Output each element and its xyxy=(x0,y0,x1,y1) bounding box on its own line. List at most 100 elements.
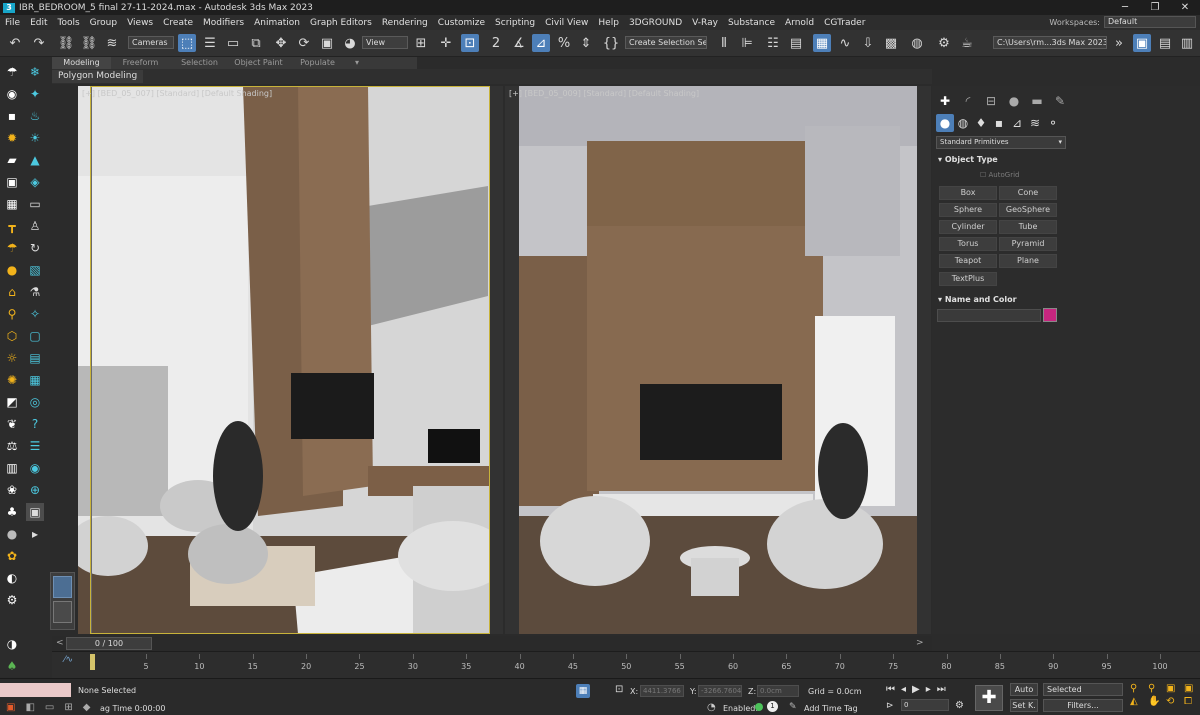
next-frame-icon[interactable]: ▸ xyxy=(926,684,931,695)
tab-object-paint[interactable]: Object Paint xyxy=(229,57,288,69)
frame-display[interactable]: 0 / 100 xyxy=(66,637,152,650)
slider-left-arrow-icon[interactable]: < xyxy=(56,638,64,648)
menu-tools[interactable]: Tools xyxy=(53,18,85,28)
project-path-dropdown[interactable]: C:\Users\rm...3ds Max 2023 xyxy=(993,36,1107,49)
tube-button[interactable]: Tube xyxy=(999,220,1057,234)
menu-views[interactable]: Views xyxy=(122,18,158,28)
taskbar-icon-5[interactable]: ◆ xyxy=(83,702,91,713)
fov-icon[interactable]: ◭ xyxy=(1130,696,1146,707)
freeze-icon[interactable]: ❄ xyxy=(26,63,44,81)
menu-edit[interactable]: Edit xyxy=(25,18,52,28)
y-coordinate-field[interactable]: -3266.7604 xyxy=(698,685,742,697)
polygon-modeling-panel[interactable]: Polygon Modeling xyxy=(52,70,144,83)
tab-populate[interactable]: Populate xyxy=(288,57,347,69)
set-key-button[interactable]: Set K. xyxy=(1010,699,1038,712)
panel-tool-icon[interactable]: ▭ xyxy=(26,195,44,213)
daylight-tool-icon[interactable]: ☼ xyxy=(3,349,21,367)
tab-selection[interactable]: Selection xyxy=(170,57,229,69)
percent-snap-icon[interactable]: % xyxy=(555,34,573,52)
maxscript-listener-field[interactable] xyxy=(0,683,71,697)
textplus-button[interactable]: TextPlus xyxy=(939,272,997,286)
time-tag-icon[interactable]: ◔ xyxy=(707,702,716,713)
link-icon[interactable]: ⛓ xyxy=(57,34,75,52)
target-tool-icon[interactable]: ◉ xyxy=(26,459,44,477)
goto-start-icon[interactable]: ⏮ xyxy=(886,684,895,695)
zoom-extents-icon[interactable]: ▣ xyxy=(1166,683,1182,694)
taskbar-icon-2[interactable]: ◧ xyxy=(25,702,34,713)
menu-rendering[interactable]: Rendering xyxy=(377,18,433,28)
burst-tool-icon[interactable]: ✺ xyxy=(3,371,21,389)
geosphere-button[interactable]: GeoSphere xyxy=(999,203,1057,217)
display-tab-icon[interactable]: ▬ xyxy=(1028,92,1046,110)
menu-customize[interactable]: Customize xyxy=(433,18,490,28)
menu-help[interactable]: Help xyxy=(593,18,624,28)
placement-icon[interactable]: ◕ xyxy=(341,34,359,52)
tool-lamp2-icon[interactable]: ⚙ xyxy=(3,591,21,609)
texture-tool-icon[interactable]: ▧ xyxy=(26,261,44,279)
box-button[interactable]: Box xyxy=(939,186,997,200)
rect-selection-icon[interactable]: ▭ xyxy=(224,34,242,52)
angle-snap-toggle-icon[interactable]: ⊿ xyxy=(532,34,550,52)
frame-tool-icon[interactable]: ▢ xyxy=(26,327,44,345)
menu-substance[interactable]: Substance xyxy=(723,18,780,28)
mirror-icon[interactable]: ⫴ xyxy=(715,34,733,52)
zoom-all-icon[interactable]: ⚲ xyxy=(1148,683,1164,694)
time-cursor[interactable] xyxy=(90,654,95,670)
chart-tool-icon[interactable]: ▥ xyxy=(3,459,21,477)
vray-logo-icon[interactable]: ◑ xyxy=(3,635,21,653)
ribbon-options-icon[interactable]: ▾ xyxy=(347,57,367,69)
object-name-field[interactable] xyxy=(937,309,1041,322)
camera-tool-icon[interactable]: ▪ xyxy=(3,107,21,125)
slider-right-arrow-icon[interactable]: > xyxy=(916,638,924,648)
tool-sphere2-icon[interactable]: ◐ xyxy=(3,569,21,587)
film-tool-icon[interactable]: ▣ xyxy=(3,173,21,191)
render-production-icon[interactable]: ☕ xyxy=(958,34,976,52)
eye-tool-icon[interactable]: ◎ xyxy=(26,393,44,411)
menu-file[interactable]: File xyxy=(0,18,25,28)
layer-explorer-icon[interactable]: ▤ xyxy=(787,34,805,52)
x-coordinate-field[interactable]: 4411.3766 xyxy=(640,685,684,697)
lamp-tool-icon[interactable]: ⚲ xyxy=(3,305,21,323)
cameras-icon[interactable]: ▪ xyxy=(990,114,1008,132)
minimize-button[interactable]: ─ xyxy=(1110,0,1140,15)
lights-icon[interactable]: ♦ xyxy=(972,114,990,132)
mushroom-tool-icon[interactable]: ⌂ xyxy=(3,283,21,301)
helpers-icon[interactable]: ⊿ xyxy=(1008,114,1026,132)
rotate-icon[interactable]: ⟳ xyxy=(295,34,313,52)
zoom-icon[interactable]: ⚲ xyxy=(1130,683,1146,694)
grid-tool-icon[interactable]: ▦ xyxy=(26,371,44,389)
curve-editor-icon[interactable]: ∿ xyxy=(836,34,854,52)
move-icon[interactable]: ✥ xyxy=(272,34,290,52)
idea-tool-icon[interactable]: ✧ xyxy=(26,305,44,323)
menu-arnold[interactable]: Arnold xyxy=(780,18,819,28)
viewport-left-label[interactable]: [+] [BED_05_007] [Standard] [Default Sha… xyxy=(82,89,272,98)
play-icon[interactable]: ▶ xyxy=(912,684,920,695)
add-tag-icon[interactable]: ✎ xyxy=(789,702,797,712)
cluster-tool-icon[interactable]: ✿ xyxy=(3,547,21,565)
pan-icon[interactable]: ✋ xyxy=(1148,696,1164,707)
scene-explorer-icon[interactable]: ☷ xyxy=(764,34,782,52)
angle-snap-icon[interactable]: ∡ xyxy=(510,34,528,52)
dome-tool-icon[interactable]: ▰ xyxy=(3,151,21,169)
snap-toggle-icon[interactable]: 2 xyxy=(487,34,505,52)
box-tool-icon[interactable]: ◩ xyxy=(3,393,21,411)
menu-group[interactable]: Group xyxy=(85,18,122,28)
sphere-tool-icon[interactable]: ◉ xyxy=(3,85,21,103)
menu-modifiers[interactable]: Modifiers xyxy=(198,18,249,28)
pivot-center-icon[interactable]: ⊞ xyxy=(412,34,430,52)
menu-create[interactable]: Create xyxy=(158,18,198,28)
sphere-button[interactable]: Sphere xyxy=(939,203,997,217)
active-tool-icon[interactable]: ▣ xyxy=(26,503,44,521)
help-tool-icon[interactable]: ? xyxy=(26,415,44,433)
set-key-big-icon[interactable]: ✚ xyxy=(975,685,1003,711)
keyboard-shortcut-icon[interactable]: ⊡ xyxy=(461,34,479,52)
plane-button[interactable]: Plane xyxy=(999,254,1057,268)
isolate-selection-icon[interactable]: ▦ xyxy=(576,684,590,698)
hide-icon[interactable]: ☂ xyxy=(3,63,21,81)
hex-tool-icon[interactable]: ⬡ xyxy=(3,327,21,345)
scale-icon[interactable]: ▣ xyxy=(318,34,336,52)
motion-tab-icon[interactable]: ● xyxy=(1005,92,1023,110)
unlink-icon[interactable]: ⛓ xyxy=(80,34,98,52)
figure-tool-icon[interactable]: ♙ xyxy=(26,217,44,235)
create-tab-icon[interactable]: ✚ xyxy=(936,92,954,110)
